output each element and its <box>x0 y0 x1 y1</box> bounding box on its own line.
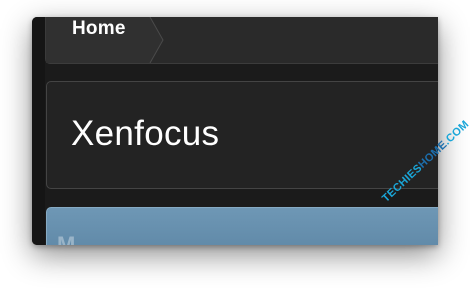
site-title[interactable]: Xenfocus <box>71 114 219 154</box>
navigation-bar: Home <box>45 17 438 64</box>
category-panel-title: M <box>57 232 77 245</box>
breadcrumb-home[interactable]: Home <box>46 17 164 63</box>
header-box: Xenfocus <box>46 81 438 189</box>
breadcrumb-home-label: Home <box>72 18 126 39</box>
watermark-part-3: .COM <box>441 118 470 148</box>
screenshot-frame: Home Xenfocus M <box>32 17 438 245</box>
left-rail <box>32 17 45 245</box>
page: Home Xenfocus M TECHIESHOME.COM <box>0 0 470 292</box>
category-panel: M <box>46 207 438 245</box>
